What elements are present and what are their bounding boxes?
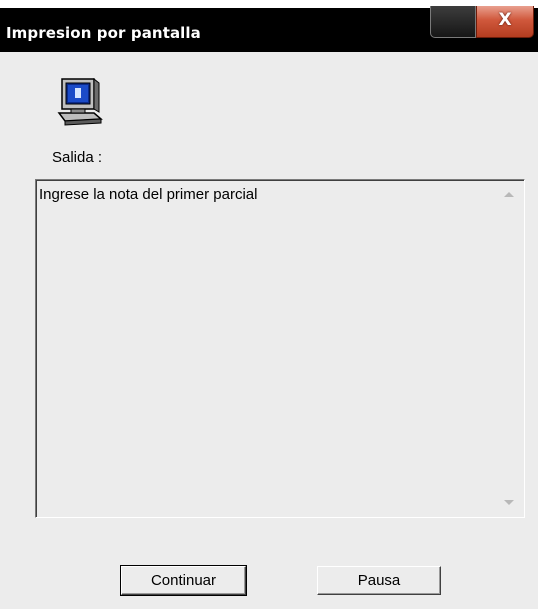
pause-button[interactable]: Pausa	[317, 566, 441, 595]
minimize-button[interactable]	[430, 6, 476, 38]
output-text: Ingrese la nota del primer parcial	[39, 186, 258, 203]
title-bar[interactable]: Impresion por pantalla X	[0, 6, 538, 52]
output-textarea[interactable]: Ingrese la nota del primer parcial	[35, 179, 525, 518]
scroll-up-arrow-icon[interactable]	[504, 192, 514, 197]
continue-button[interactable]: Continuar	[120, 565, 247, 596]
output-label: Salida :	[52, 149, 103, 166]
computer-icon	[57, 77, 103, 126]
dialog-window: Impresion por pantalla X Salida : Ingres…	[0, 6, 538, 609]
scroll-down-arrow-icon[interactable]	[504, 500, 514, 505]
close-button[interactable]: X	[476, 6, 534, 38]
window-title: Impresion por pantalla	[6, 24, 201, 42]
